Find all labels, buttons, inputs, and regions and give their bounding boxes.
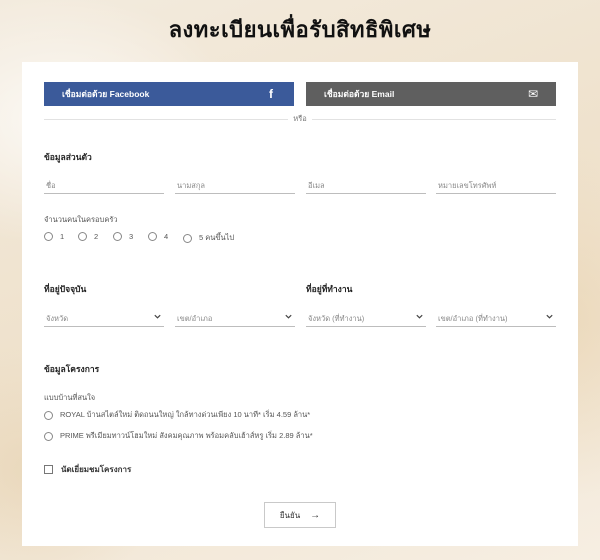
- radio-circle: [113, 232, 122, 241]
- district-select[interactable]: เขต/อำเภอ: [175, 310, 295, 327]
- family-option-label: 4: [164, 232, 169, 241]
- family-option-label: 2: [94, 232, 99, 241]
- family-option-1[interactable]: 1: [44, 232, 64, 241]
- registration-form: เชื่อมต่อด้วย Facebook f เชื่อมต่อด้วย E…: [22, 62, 578, 546]
- house-type-label: แบบบ้านที่สนใจ: [44, 393, 96, 402]
- facebook-connect-button[interactable]: เชื่อมต่อด้วย Facebook f: [44, 82, 294, 106]
- email-placeholder: อีเมล: [308, 181, 325, 190]
- family-option-4[interactable]: 4: [148, 232, 168, 241]
- house-option-label: ROYAL บ้านสไตล์ใหม่ ติดถนนใหญ่ ใกล้ทางด่…: [60, 410, 311, 419]
- work-district-select[interactable]: เขต/อำเภอ (ที่ทำงาน): [436, 310, 556, 327]
- facebook-icon: f: [269, 87, 273, 101]
- last-name-placeholder: นามสกุล: [177, 181, 205, 190]
- radio-circle: [148, 232, 157, 241]
- appointment-label: นัดเยี่ยมชมโครงการ: [61, 465, 132, 474]
- phone-field[interactable]: หมายเลขโทรศัพท์: [436, 177, 556, 194]
- family-option-2[interactable]: 2: [78, 232, 98, 241]
- first-name-placeholder: ชื่อ: [46, 181, 56, 190]
- email-connect-label: เชื่อมต่อด้วย Email: [324, 89, 395, 99]
- family-option-3[interactable]: 3: [113, 232, 133, 241]
- work-province-placeholder: จังหวัด (ที่ทำงาน): [308, 314, 365, 323]
- first-name-field[interactable]: ชื่อ: [44, 177, 164, 194]
- chevron-down-icon: [416, 314, 423, 319]
- radio-circle: [78, 232, 87, 241]
- checkbox-box: [44, 465, 53, 474]
- arrow-right-icon: →: [310, 509, 321, 521]
- house-option-royal[interactable]: ROYAL บ้านสไตล์ใหม่ ติดถนนใหญ่ ใกล้ทางด่…: [44, 409, 310, 421]
- appointment-checkbox[interactable]: นัดเยี่ยมชมโครงการ: [44, 463, 131, 476]
- radio-circle: [44, 410, 53, 420]
- last-name-field[interactable]: นามสกุล: [175, 177, 295, 194]
- work-district-placeholder: เขต/อำเภอ (ที่ทำงาน): [438, 314, 508, 323]
- chevron-down-icon: [285, 314, 292, 319]
- email-field[interactable]: อีเมล: [306, 177, 426, 194]
- personal-info-heading: ข้อมูลส่วนตัว: [44, 152, 92, 162]
- family-option-label: 5 คนขึ้นไป: [199, 233, 235, 242]
- radio-circle: [44, 431, 53, 441]
- family-option-label: 3: [129, 232, 134, 241]
- family-option-5-plus[interactable]: 5 คนขึ้นไป: [183, 232, 234, 244]
- radio-circle: [183, 233, 192, 243]
- page-title: ลงทะเบียนเพื่อรับสิทธิพิเศษ: [168, 17, 432, 42]
- work-address-heading: ที่อยู่ที่ทำงาน: [306, 284, 353, 294]
- envelope-icon: ✉: [527, 87, 539, 101]
- current-address-heading: ที่อยู่ปัจจุบัน: [44, 284, 87, 294]
- phone-placeholder: หมายเลขโทรศัพท์: [438, 181, 497, 190]
- facebook-connect-label: เชื่อมต่อด้วย Facebook: [62, 89, 150, 99]
- work-province-select[interactable]: จังหวัด (ที่ทำงาน): [306, 310, 426, 327]
- or-label: หรือ: [288, 113, 312, 125]
- house-option-label: PRIME พรีเมียมทาวน์โฮมใหม่ สังคมคุณภาพ พ…: [60, 431, 313, 440]
- radio-circle: [44, 232, 53, 241]
- submit-button[interactable]: ยืนยัน →: [264, 502, 336, 528]
- project-info-heading: ข้อมูลโครงการ: [44, 364, 100, 374]
- district-placeholder: เขต/อำเภอ: [177, 314, 213, 323]
- house-option-prime[interactable]: PRIME พรีเมียมทาวน์โฮมใหม่ สังคมคุณภาพ พ…: [44, 430, 313, 442]
- family-size-label: จำนวนคนในครอบครัว: [44, 215, 118, 224]
- submit-label: ยืนยัน: [279, 510, 301, 520]
- chevron-down-icon: [154, 314, 161, 319]
- email-connect-button[interactable]: เชื่อมต่อด้วย Email ✉: [306, 82, 556, 106]
- province-placeholder: จังหวัด: [46, 314, 69, 323]
- province-select[interactable]: จังหวัด: [44, 310, 164, 327]
- chevron-down-icon: [546, 314, 553, 319]
- family-option-label: 1: [60, 232, 65, 241]
